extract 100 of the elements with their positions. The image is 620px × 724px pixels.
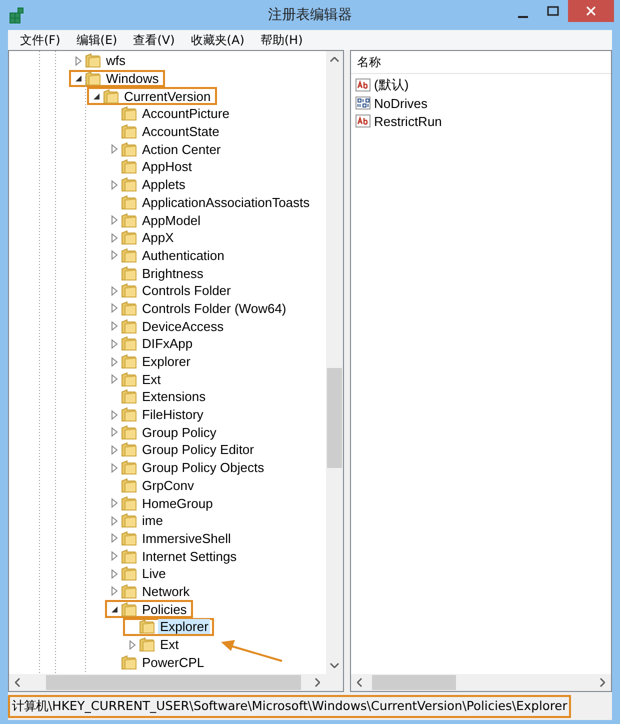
minimize-icon — [518, 16, 528, 18]
tree-item[interactable]: Brightness — [140, 266, 206, 281]
tree-item[interactable]: Controls Folder — [140, 283, 233, 298]
expand-icon[interactable] — [110, 586, 118, 596]
tree-item[interactable]: Explorer — [158, 619, 210, 634]
tree-item[interactable]: Controls Folder (Wow64) — [140, 300, 288, 316]
tree-item[interactable]: PowerCPL — [140, 654, 206, 670]
expand-icon[interactable] — [110, 374, 118, 384]
string-value-icon — [355, 77, 371, 93]
menu-item[interactable]: 收藏夹(A) — [182, 32, 252, 48]
folder-icon — [121, 124, 137, 140]
horizontal-scrollbar[interactable] — [351, 674, 611, 691]
expand-icon[interactable] — [110, 215, 118, 226]
value-name[interactable]: NoDrives — [374, 96, 428, 110]
expand-icon[interactable] — [110, 551, 118, 562]
expand-icon[interactable] — [110, 498, 118, 508]
tree-item[interactable]: Windows — [104, 71, 161, 86]
tree-item[interactable]: AccountState — [140, 124, 222, 140]
tree-item[interactable]: AppHost — [140, 159, 194, 174]
folder-icon — [121, 283, 137, 298]
tree-item[interactable]: Ext — [158, 637, 181, 652]
menu-item[interactable]: 编辑(E) — [68, 32, 126, 48]
tree-item[interactable]: AppX — [140, 230, 176, 246]
expand-icon[interactable] — [110, 462, 118, 473]
tree-item[interactable]: CurrentVersion — [122, 88, 213, 104]
folder-icon — [121, 602, 137, 617]
tree-item[interactable]: ApplicationAssociationToasts — [140, 194, 312, 210]
chevron-right-icon — [600, 678, 605, 687]
scrollbar-thumb[interactable] — [46, 675, 301, 690]
chevron-left-icon — [15, 678, 20, 687]
folder-icon — [121, 654, 137, 670]
tree-item[interactable]: Policies — [140, 602, 189, 617]
tree-item[interactable]: Group Policy Objects — [140, 460, 266, 476]
tree-item[interactable]: Live — [140, 566, 168, 582]
value-name[interactable]: (默认) — [374, 76, 409, 94]
tree-item[interactable]: GrpConv — [140, 478, 196, 493]
menu-item[interactable]: 帮助(H) — [252, 32, 311, 48]
maximize-icon — [547, 6, 559, 16]
expand-icon[interactable] — [110, 303, 118, 314]
status-path: 计算机\HKEY_CURRENT_USER\Software\Microsoft\Windows\CurrentVersion\Policies\Explorer — [8, 694, 572, 718]
tree-item[interactable]: Applets — [140, 177, 188, 192]
folder-icon — [121, 106, 137, 122]
expand-icon[interactable] — [128, 640, 136, 650]
folder-icon — [121, 584, 137, 599]
tree-item[interactable]: AccountPicture — [140, 106, 232, 122]
vertical-scrollbar[interactable] — [326, 51, 343, 674]
tree-item[interactable]: AppModel — [140, 212, 203, 228]
expand-icon[interactable] — [110, 250, 118, 260]
expand-icon[interactable] — [110, 444, 118, 455]
expand-icon[interactable] — [110, 286, 118, 296]
menu-item[interactable]: 文件(F) — [12, 32, 68, 48]
expand-icon[interactable] — [110, 356, 118, 367]
folder-icon — [121, 318, 137, 334]
collapse-icon[interactable] — [74, 75, 82, 82]
expand-icon[interactable] — [110, 427, 118, 438]
tree-item[interactable]: Group Policy — [140, 424, 218, 440]
expand-icon[interactable] — [110, 410, 118, 420]
expand-icon[interactable] — [74, 56, 82, 66]
tree-item[interactable]: HomeGroup — [140, 496, 215, 511]
expand-icon[interactable] — [110, 516, 118, 526]
binary-value-icon — [355, 95, 371, 111]
expand-icon[interactable] — [110, 232, 118, 243]
tree-item[interactable]: DeviceAccess — [140, 318, 226, 334]
column-header[interactable]: 名称 — [357, 54, 381, 70]
close-button[interactable] — [568, 0, 614, 22]
folder-icon — [121, 548, 137, 564]
collapse-icon[interactable] — [110, 606, 118, 613]
scrollbar-thumb[interactable] — [327, 368, 342, 468]
tree-item[interactable]: ImmersiveShell — [140, 530, 233, 546]
folder-icon — [121, 212, 137, 228]
expand-icon[interactable] — [110, 533, 118, 544]
collapse-icon[interactable] — [92, 92, 100, 100]
tree-item[interactable]: Extensions — [140, 389, 208, 404]
folder-icon — [121, 407, 137, 422]
folder-icon — [139, 637, 155, 652]
tree-item[interactable]: Explorer — [140, 354, 192, 370]
string-value-icon — [355, 113, 371, 129]
folder-icon — [85, 53, 101, 68]
tree-item[interactable]: Internet Settings — [140, 548, 239, 564]
tree-item[interactable]: DIFxApp — [140, 336, 195, 352]
expand-icon[interactable] — [110, 180, 118, 190]
tree-item[interactable]: Action Center — [140, 142, 223, 157]
tree-item[interactable]: wfs — [104, 53, 128, 68]
folder-icon — [121, 513, 137, 528]
value-name[interactable]: RestrictRun — [374, 114, 442, 128]
expand-icon[interactable] — [110, 568, 118, 579]
tree-item[interactable]: ime — [140, 513, 165, 528]
folder-icon — [139, 619, 155, 634]
tree-item[interactable]: Network — [140, 584, 192, 599]
tree-item[interactable]: Authentication — [140, 248, 226, 263]
tree-item[interactable]: Group Policy Editor — [140, 442, 256, 458]
menu-item[interactable]: 查看(V) — [125, 32, 183, 48]
folder-icon — [121, 389, 137, 404]
expand-icon[interactable] — [110, 144, 118, 154]
folder-icon — [121, 177, 137, 192]
expand-icon[interactable] — [110, 338, 118, 349]
tree-item[interactable]: FileHistory — [140, 407, 206, 422]
expand-icon[interactable] — [110, 321, 118, 332]
scrollbar-thumb[interactable] — [372, 675, 456, 690]
tree-item[interactable]: Ext — [140, 372, 163, 387]
